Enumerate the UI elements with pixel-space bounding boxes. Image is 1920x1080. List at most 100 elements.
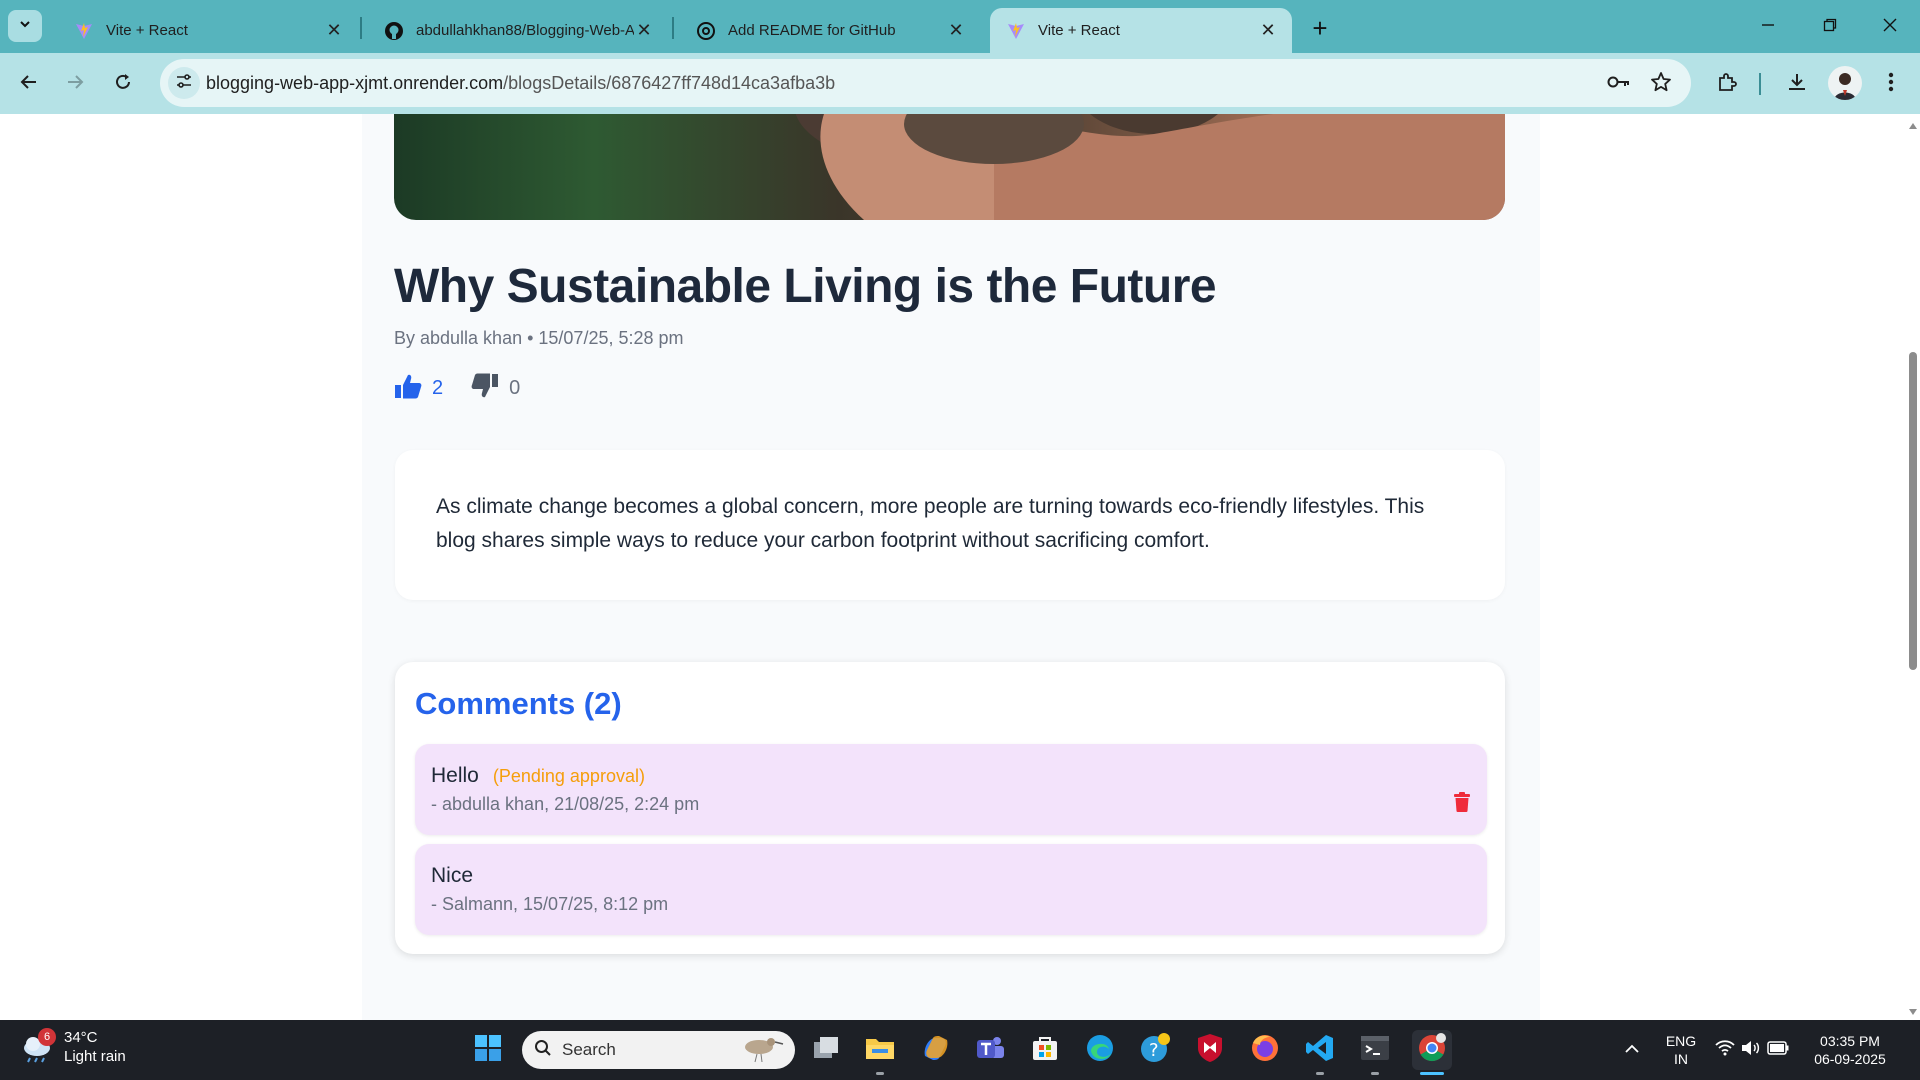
- weather-badge: 6: [38, 1028, 56, 1046]
- scroll-down-arrow[interactable]: [1908, 1004, 1918, 1015]
- site-info-button[interactable]: [168, 67, 200, 99]
- back-button[interactable]: [12, 67, 46, 101]
- chrome-button[interactable]: [1412, 1030, 1452, 1070]
- windows-logo-icon: [474, 1034, 502, 1067]
- comment-text: Nice: [431, 864, 474, 887]
- wifi-icon: [1715, 1039, 1735, 1061]
- edge-button[interactable]: [1082, 1032, 1118, 1068]
- key-icon: [1607, 74, 1631, 95]
- more-vertical-icon: [1888, 71, 1894, 98]
- profile-avatar[interactable]: [1828, 66, 1862, 100]
- tab-vite-react-active[interactable]: Vite + React ✕: [990, 8, 1292, 53]
- vite-icon: [74, 21, 94, 41]
- close-icon: [1883, 16, 1897, 37]
- url-text[interactable]: blogging-web-app-xjmt.onrender.com/blogs…: [206, 73, 835, 94]
- shield-icon: [1196, 1033, 1224, 1068]
- arrow-right-icon: [65, 72, 85, 97]
- reload-button[interactable]: [106, 67, 140, 101]
- tab-github[interactable]: abdullahkhan88/Blogging-Web-Ap ✕: [368, 8, 668, 53]
- tab-search-button[interactable]: [8, 10, 42, 42]
- address-bar[interactable]: blogging-web-app-xjmt.onrender.com/blogs…: [160, 59, 1691, 107]
- clock[interactable]: 03:35 PM 06-09-2025: [1800, 1032, 1900, 1068]
- page-scrollbar[interactable]: [1905, 114, 1920, 1020]
- thumbs-down-icon: [471, 372, 499, 405]
- close-icon[interactable]: ✕: [1258, 20, 1278, 41]
- weather-desc: Light rain: [64, 1048, 126, 1065]
- language-line2: IN: [1674, 1051, 1688, 1067]
- teams-icon: [975, 1034, 1005, 1067]
- teams-button[interactable]: [972, 1032, 1008, 1068]
- cloud-rain-icon: 6: [20, 1028, 56, 1064]
- password-key-button[interactable]: [1606, 71, 1632, 97]
- copilot-button[interactable]: [918, 1032, 954, 1068]
- browser-menu-button[interactable]: [1874, 67, 1908, 101]
- comment-text-row: Nice: [431, 864, 473, 888]
- microsoft-store-button[interactable]: [1027, 1032, 1063, 1068]
- running-indicator: [1316, 1072, 1324, 1075]
- mcafee-button[interactable]: [1192, 1032, 1228, 1068]
- post-content: As climate change becomes a global conce…: [436, 495, 1425, 552]
- firefox-button[interactable]: [1247, 1032, 1283, 1068]
- show-hidden-icons-button[interactable]: [1614, 1032, 1650, 1068]
- minimize-button[interactable]: [1748, 10, 1788, 42]
- restore-button[interactable]: [1810, 10, 1850, 42]
- firefox-icon: [1250, 1033, 1280, 1068]
- close-icon[interactable]: ✕: [946, 20, 966, 41]
- weather-widget[interactable]: 6 34°C Light rain: [20, 1028, 126, 1066]
- close-icon[interactable]: ✕: [634, 20, 654, 41]
- restore-icon: [1823, 16, 1837, 37]
- help-app-button[interactable]: ?: [1137, 1032, 1173, 1068]
- extensions-button[interactable]: [1710, 67, 1744, 101]
- bookmark-star-button[interactable]: [1648, 71, 1674, 97]
- openai-icon: [696, 21, 716, 41]
- running-indicator: [1371, 1072, 1379, 1075]
- tab-vite-react-1[interactable]: Vite + React ✕: [58, 8, 358, 53]
- bird-illustration-icon: [729, 1033, 785, 1068]
- edge-icon: [1085, 1033, 1115, 1068]
- close-window-button[interactable]: [1870, 10, 1910, 42]
- chevron-down-icon: [18, 17, 32, 36]
- active-indicator: [1420, 1072, 1444, 1075]
- thumbs-up-icon: [394, 372, 422, 405]
- volume-icon: [1741, 1040, 1761, 1061]
- tab-add-readme[interactable]: Add README for GitHub ✕: [680, 8, 980, 53]
- close-icon[interactable]: ✕: [324, 20, 344, 41]
- clock-time: 03:35 PM: [1820, 1033, 1880, 1049]
- terminal-button[interactable]: [1357, 1032, 1393, 1068]
- comments-title: Comments (2): [415, 686, 622, 721]
- comments-section: Comments (2) Hello (Pending approval) - a…: [395, 662, 1505, 954]
- taskbar-search[interactable]: Search: [522, 1031, 795, 1069]
- delete-comment-button[interactable]: [1451, 791, 1473, 816]
- github-icon: [384, 21, 404, 41]
- dislike-button[interactable]: 0: [471, 372, 520, 405]
- comment-text-row: Hello (Pending approval): [431, 764, 645, 788]
- new-tab-button[interactable]: +: [1304, 12, 1336, 44]
- post-meta: By abdulla khan • 15/07/25, 5:28 pm: [394, 328, 684, 348]
- like-button[interactable]: 2: [394, 372, 443, 405]
- download-icon: [1786, 71, 1808, 98]
- tab-separator: [360, 17, 362, 39]
- start-button[interactable]: [470, 1032, 506, 1068]
- browser-toolbar: blogging-web-app-xjmt.onrender.com/blogs…: [0, 53, 1920, 114]
- quick-settings-button[interactable]: [1712, 1032, 1792, 1068]
- task-view-button[interactable]: [808, 1032, 844, 1068]
- like-count: 2: [432, 377, 444, 399]
- toolbar-divider: [1759, 73, 1761, 95]
- vscode-button[interactable]: [1302, 1032, 1338, 1068]
- language-indicator[interactable]: ENG IN: [1656, 1032, 1706, 1068]
- weather-temp: 34°C: [64, 1029, 98, 1046]
- tab-title: Vite + React: [106, 22, 188, 39]
- terminal-icon: [1360, 1035, 1390, 1066]
- reactions-bar: 2 0: [394, 372, 548, 405]
- post-title: Why Sustainable Living is the Future: [394, 260, 1217, 313]
- scrollbar-thumb[interactable]: [1909, 352, 1917, 670]
- tab-title: Add README for GitHub: [728, 22, 896, 39]
- search-icon: [534, 1039, 552, 1062]
- file-explorer-button[interactable]: [862, 1032, 898, 1068]
- forward-button[interactable]: [58, 67, 92, 101]
- downloads-button[interactable]: [1780, 67, 1814, 101]
- tune-icon: [175, 72, 193, 95]
- comment-text: Hello: [431, 764, 479, 787]
- post-content-card: As climate change becomes a global conce…: [395, 450, 1505, 600]
- scroll-up-arrow[interactable]: [1908, 118, 1918, 129]
